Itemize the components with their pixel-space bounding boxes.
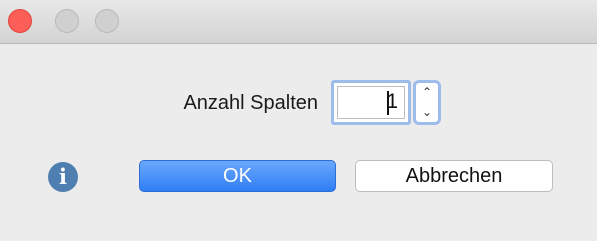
dialog-window: Anzahl Spalten 1 ⌃ ⌄ i OK Abbrechen [0, 0, 597, 241]
minimize-window-button[interactable] [55, 9, 79, 33]
columns-input-value: 1 [386, 90, 398, 113]
close-window-button[interactable] [8, 9, 32, 33]
stepper-down-icon[interactable]: ⌄ [416, 103, 438, 123]
columns-input[interactable]: 1 [331, 80, 411, 125]
zoom-window-button[interactable] [95, 9, 119, 33]
columns-label: Anzahl Spalten [183, 92, 318, 114]
ok-button[interactable]: OK [139, 160, 336, 192]
cancel-button[interactable]: Abbrechen [355, 160, 553, 192]
title-bar [0, 0, 597, 44]
columns-stepper[interactable]: ⌃ ⌄ [413, 80, 441, 125]
stepper-up-icon[interactable]: ⌃ [416, 83, 438, 103]
info-icon[interactable]: i [48, 162, 78, 192]
